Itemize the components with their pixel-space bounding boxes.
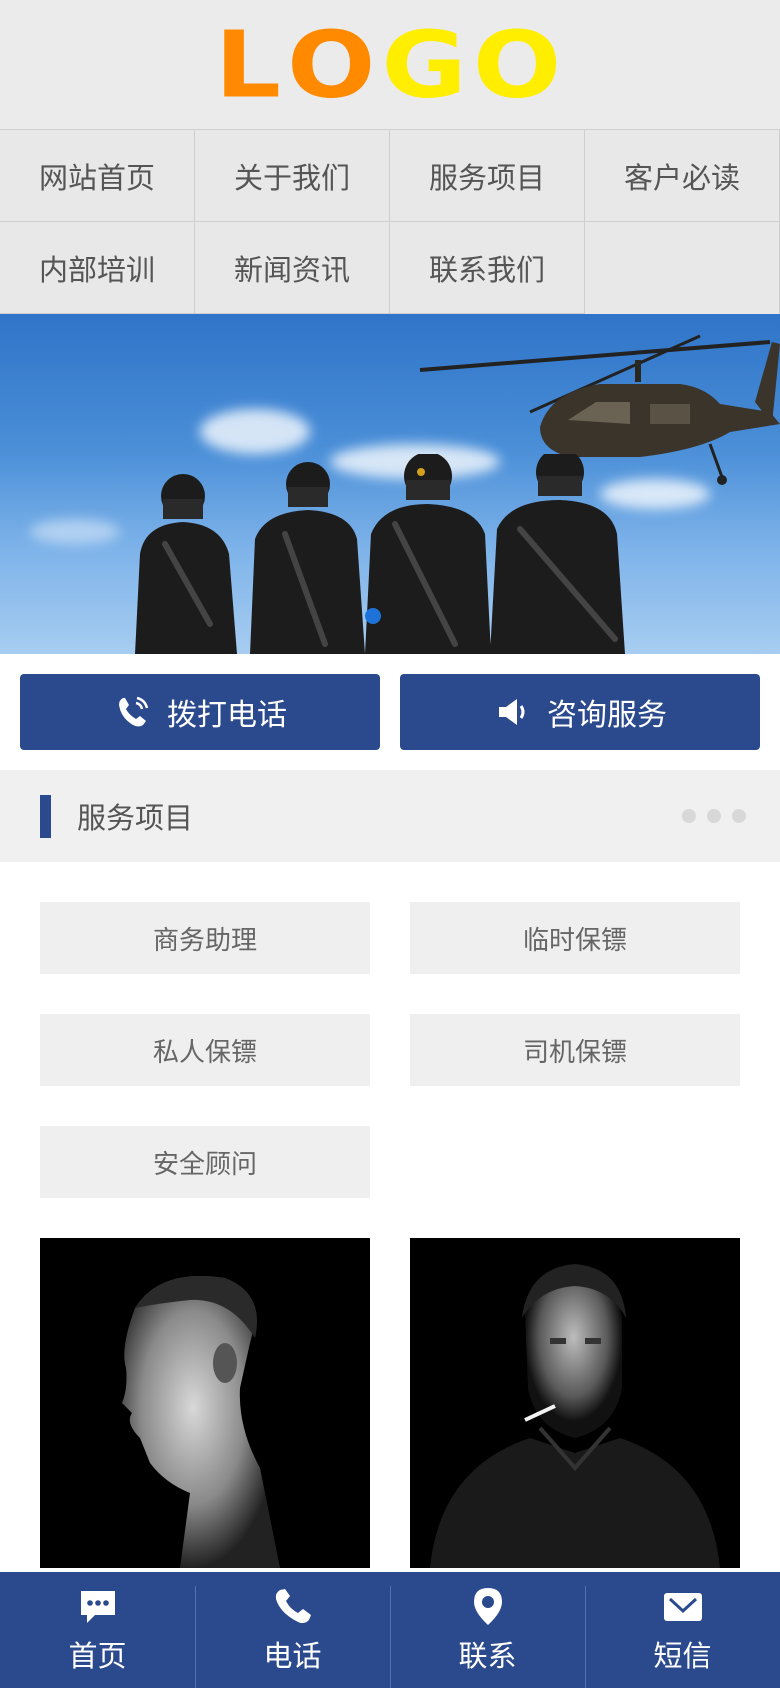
logo[interactable]: L O G O: [215, 13, 562, 117]
speaker-icon: [499, 699, 525, 725]
services-grid: 商务助理 临时保镖 私人保镖 司机保镖 安全顾问: [0, 862, 780, 1198]
tab-label: 首页: [68, 1639, 127, 1673]
section-accent-bar: [40, 794, 51, 838]
carousel-dot-active[interactable]: [365, 608, 381, 624]
cloud: [200, 409, 310, 454]
service-item-business-assistant[interactable]: 商务助理: [40, 902, 370, 974]
call-button[interactable]: 拨打电话: [20, 674, 380, 750]
section-title: 服务项目: [77, 801, 194, 835]
cloud: [30, 519, 120, 544]
man-profile-image: [122, 1276, 280, 1568]
logo-letter: O: [472, 10, 562, 119]
tab-label: 电话: [263, 1639, 322, 1673]
bottom-tab-bar: 首页 电话 联系 短信: [0, 1572, 780, 1688]
header: L O G O: [0, 0, 780, 129]
phone-icon: [119, 696, 149, 727]
cta-row: 拨打电话 咨询服务: [0, 654, 780, 770]
tab-contact[interactable]: 联系: [390, 1572, 585, 1688]
more-dot: [707, 809, 721, 823]
nav-item-news[interactable]: 新闻资讯: [195, 222, 390, 314]
location-pin-icon: [473, 1588, 502, 1625]
page: L O G O 网站首页 关于我们 服务项目 客户必读 内部培训 新闻资讯 联系…: [0, 0, 780, 1688]
consult-button-label: 咨询服务: [547, 698, 667, 733]
photo-grid: [0, 1198, 780, 1568]
tab-sms[interactable]: 短信: [585, 1572, 780, 1688]
logo-letter: O: [287, 10, 376, 119]
logo-letter: G: [381, 10, 467, 119]
nav-empty-cell: [585, 222, 780, 314]
consult-button[interactable]: 咨询服务: [400, 674, 760, 750]
nav-item-contact[interactable]: 联系我们: [390, 222, 585, 314]
service-item-temporary-bodyguard[interactable]: 临时保镖: [410, 902, 740, 974]
logo-letter: L: [214, 10, 282, 119]
service-item-driver-bodyguard[interactable]: 司机保镖: [410, 1014, 740, 1086]
man-smoking-image: [430, 1264, 720, 1568]
nav-item-home[interactable]: 网站首页: [0, 130, 195, 222]
chat-icon: [80, 1591, 115, 1623]
photo-card[interactable]: [40, 1238, 370, 1568]
nav-item-services[interactable]: 服务项目: [390, 130, 585, 222]
more-dot: [682, 809, 696, 823]
soldiers-image: [135, 454, 625, 654]
service-item-security-consultant[interactable]: 安全顾问: [40, 1126, 370, 1198]
nav-item-client-notice[interactable]: 客户必读: [585, 130, 780, 222]
nav-item-training[interactable]: 内部培训: [0, 222, 195, 314]
call-button-label: 拨打电话: [167, 698, 287, 733]
tab-label: 联系: [458, 1639, 517, 1673]
tab-home[interactable]: 首页: [0, 1572, 195, 1688]
photo-card[interactable]: [410, 1238, 740, 1568]
section-header: 服务项目: [0, 770, 780, 862]
hero-banner[interactable]: [0, 314, 780, 654]
tab-label: 短信: [653, 1639, 712, 1673]
tab-phone[interactable]: 电话: [195, 1572, 390, 1688]
envelope-icon: [663, 1593, 702, 1621]
service-item-private-bodyguard[interactable]: 私人保镖: [40, 1014, 370, 1086]
phone-icon: [275, 1589, 311, 1624]
nav-item-about[interactable]: 关于我们: [195, 130, 390, 222]
more-icon[interactable]: [682, 809, 746, 823]
main-nav: 网站首页 关于我们 服务项目 客户必读 内部培训 新闻资讯 联系我们: [0, 129, 780, 314]
more-dot: [732, 809, 746, 823]
